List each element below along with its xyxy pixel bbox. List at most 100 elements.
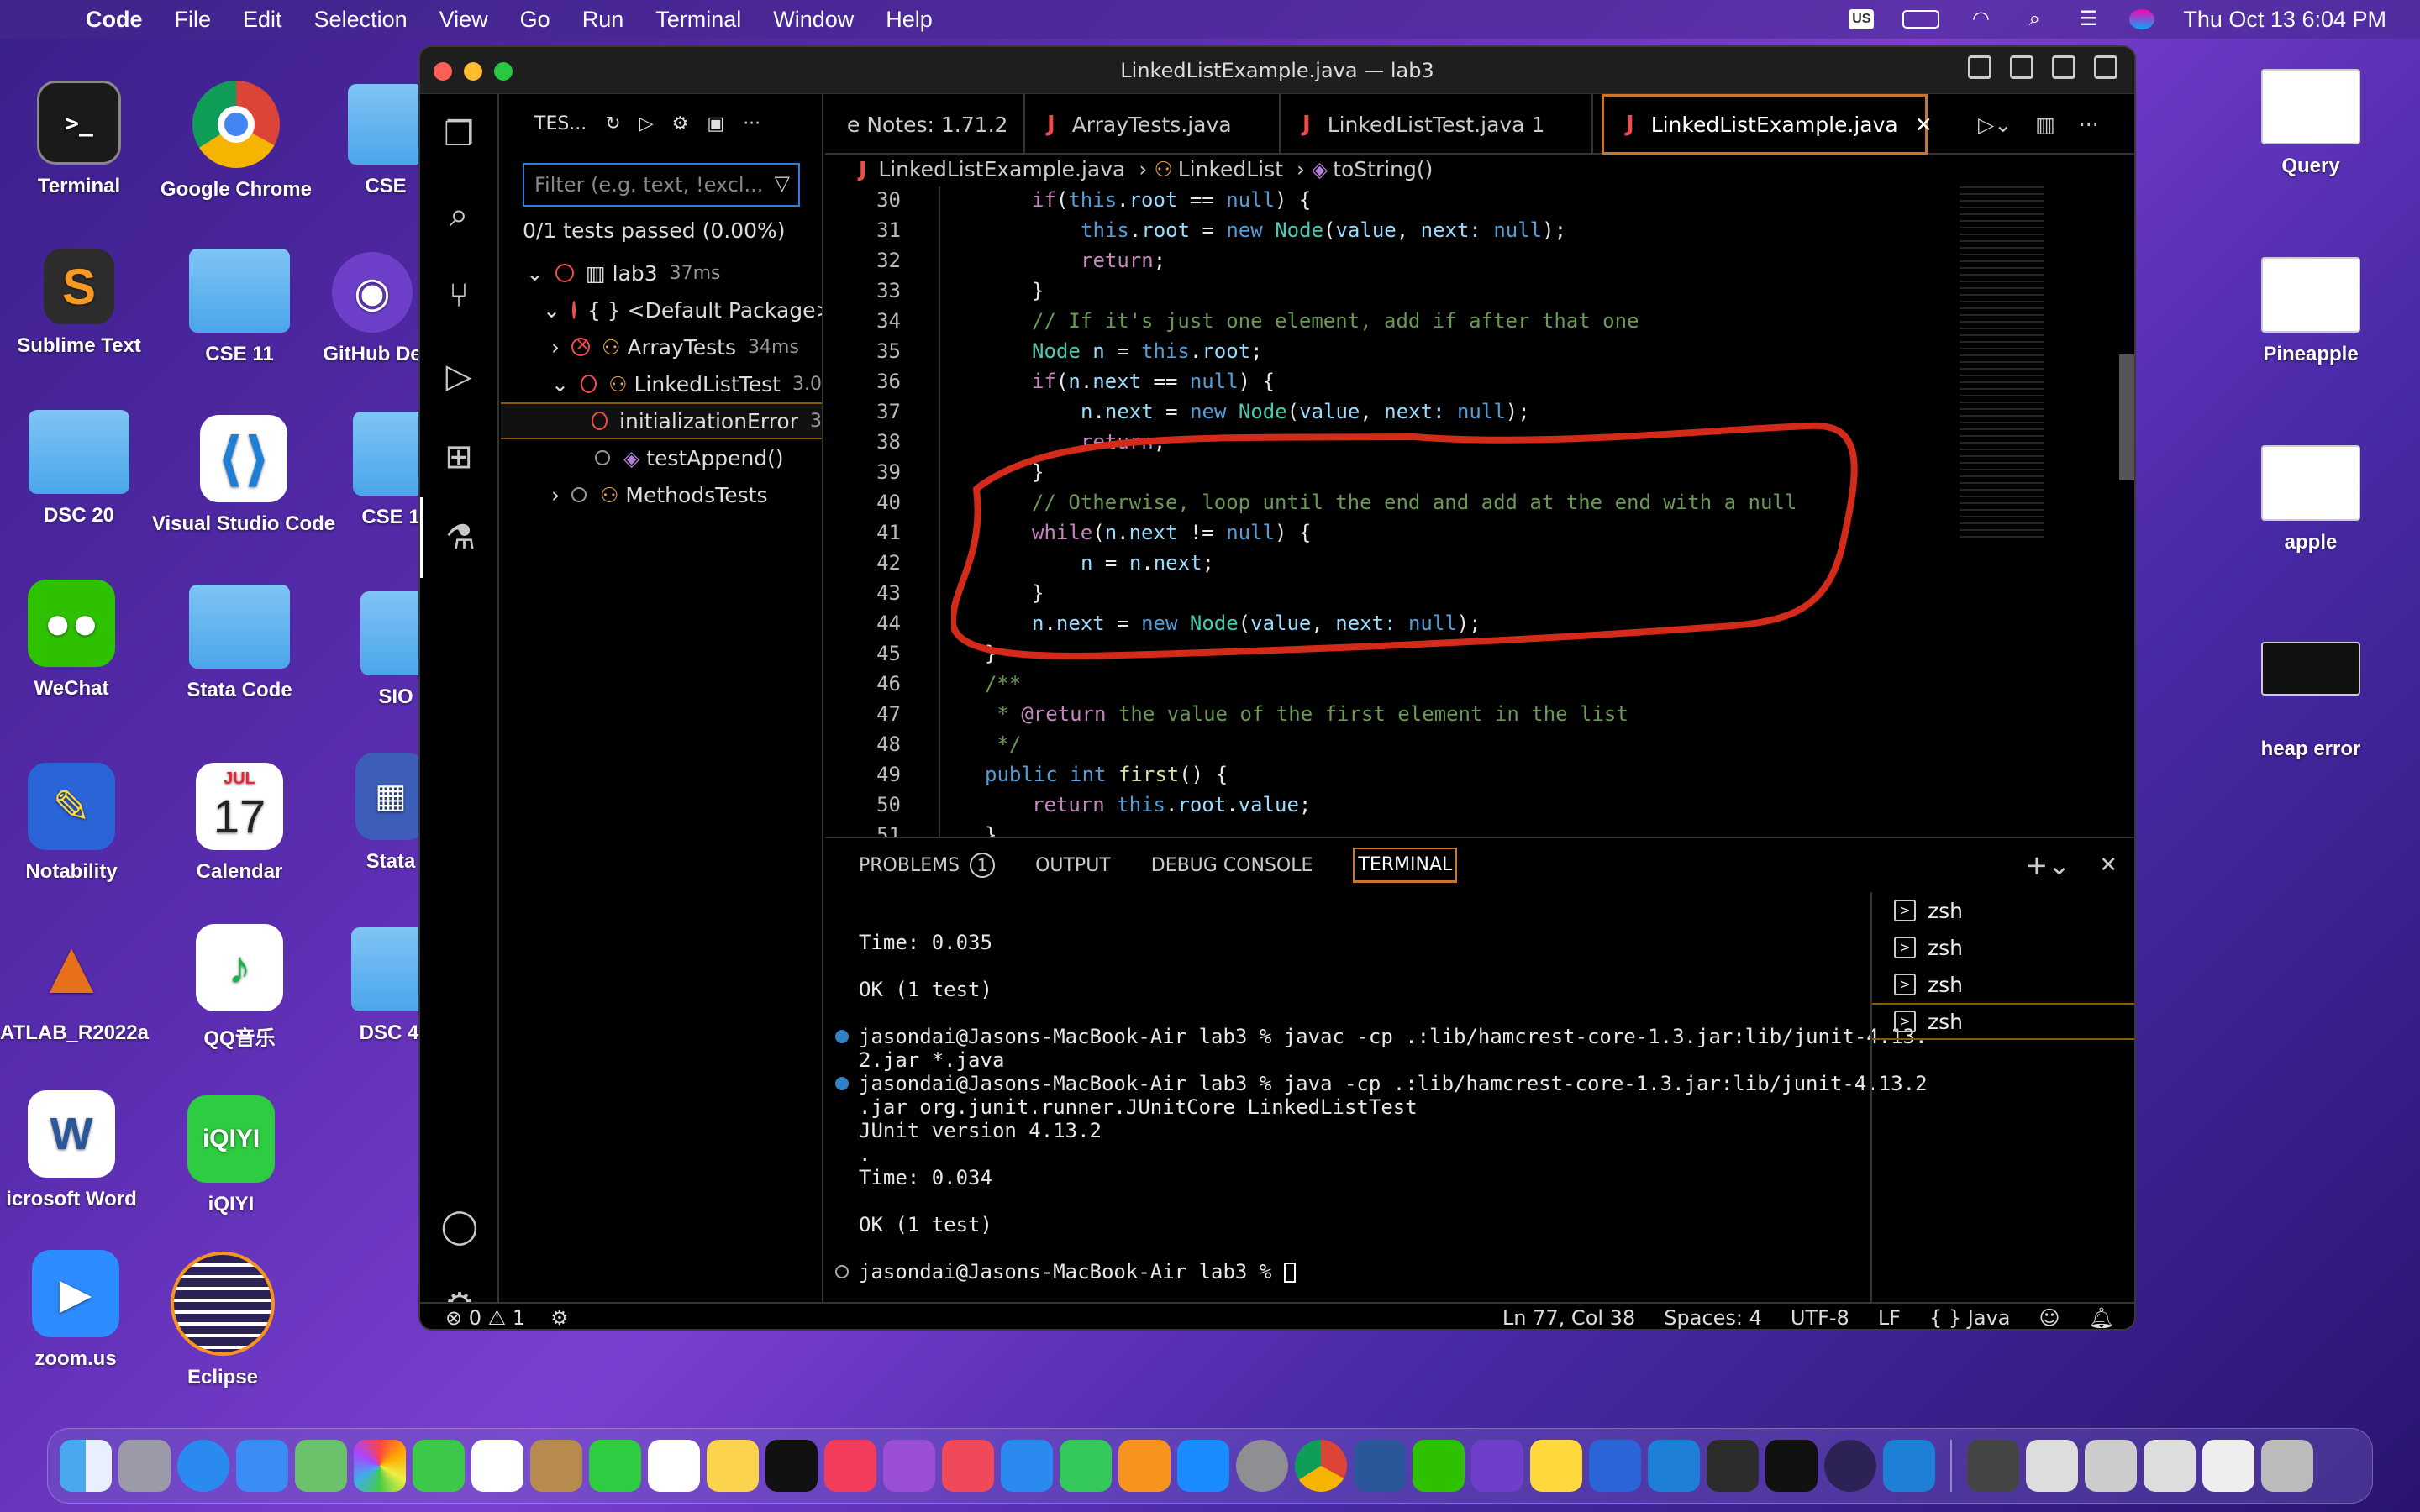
desktop-item-sublime[interactable]: S Sublime Text — [8, 249, 150, 358]
breadcrumb-class[interactable]: LinkedList — [1178, 157, 1283, 181]
tab-problems[interactable]: PROBLEMS 1 — [859, 853, 996, 878]
desktop-item-wechat[interactable]: ●● WeChat — [8, 580, 134, 701]
toggle-sidebar-icon[interactable] — [1968, 55, 1991, 79]
numbers-icon[interactable] — [1060, 1440, 1112, 1492]
customize-layout-icon[interactable] — [2094, 55, 2118, 79]
close-panel-icon[interactable]: ✕ — [2099, 853, 2118, 878]
desktop-item-notability[interactable]: ✎ Notability — [8, 763, 134, 884]
word-dock-icon[interactable] — [1354, 1440, 1406, 1492]
tree-item-initialization-error[interactable]: initializationError 3 — [501, 402, 822, 439]
close-window-button[interactable] — [434, 62, 452, 81]
menu-run[interactable]: Run — [582, 7, 624, 33]
terminal-list-item[interactable]: > zsh — [1872, 966, 2134, 1003]
desktop-item-stata-code[interactable]: Stata Code — [168, 585, 311, 702]
breadcrumb-file[interactable]: LinkedListExample.java — [878, 157, 1125, 181]
menu-clock[interactable]: Thu Oct 13 6:04 PM — [2183, 7, 2386, 33]
run-all-tests-icon[interactable]: ▷ — [639, 113, 654, 134]
code-view[interactable]: 30 31 32 33 34 35 36 37 38 39 40 41 42 4… — [825, 186, 2134, 880]
extensions-icon[interactable]: ⊞ — [420, 417, 497, 497]
minimap[interactable] — [1960, 186, 2119, 539]
finder-icon[interactable] — [60, 1440, 112, 1492]
tab-linkedlisttest[interactable]: J LinkedListTest.java 1 — [1281, 94, 1593, 155]
desktop-item-zoom[interactable]: ▶ zoom.us — [8, 1250, 143, 1371]
github-dock-icon[interactable] — [1471, 1440, 1523, 1492]
desktop-item-matlab[interactable]: ▲ ATLAB_R2022a — [0, 924, 149, 1045]
wifi-icon[interactable]: ◠ — [1968, 9, 1993, 29]
apple-tv-icon[interactable] — [765, 1440, 818, 1492]
recent-window-icon[interactable] — [2026, 1440, 2078, 1492]
toggle-secondary-sidebar-icon[interactable] — [2052, 55, 2075, 79]
problems-status[interactable]: ⊗ 0 ⚠ 1 — [445, 1306, 525, 1329]
contacts-icon[interactable] — [530, 1440, 582, 1492]
maps-icon[interactable] — [295, 1440, 347, 1492]
zoom-window-button[interactable] — [494, 62, 513, 81]
go-to-file-icon[interactable]: ▣ — [707, 113, 724, 134]
notes-icon[interactable] — [707, 1440, 759, 1492]
terminal-list-item-active[interactable]: > zsh — [1872, 1003, 2134, 1040]
refresh-tests-icon[interactable]: ↻ — [605, 113, 620, 134]
desktop-item-heap-error[interactable]: heap error — [2218, 642, 2403, 761]
menu-view[interactable]: View — [439, 7, 488, 33]
mail-icon[interactable] — [236, 1440, 288, 1492]
tab-terminal[interactable]: TERMINAL — [1353, 848, 1458, 883]
wechat-dock-icon[interactable] — [1413, 1440, 1465, 1492]
desktop-item-chrome[interactable]: Google Chrome — [156, 81, 316, 202]
tab-debug-console[interactable]: DEBUG CONSOLE — [1151, 855, 1313, 876]
filter-icon[interactable]: ▽ — [775, 171, 790, 195]
minimize-window-button[interactable] — [464, 62, 482, 81]
tree-item-linkedlisttest[interactable]: ⌄ ⚇ LinkedListTest 3.0 — [501, 365, 822, 402]
reminders-icon[interactable] — [648, 1440, 700, 1492]
terminal-list-item[interactable]: > zsh — [1872, 892, 2134, 929]
debug-all-tests-icon[interactable]: ⚙ — [672, 113, 689, 134]
menu-terminal[interactable]: Terminal — [655, 7, 741, 33]
desktop-item-calendar[interactable]: JUL 17 Calendar — [168, 763, 311, 884]
run-java-icon[interactable]: ▷⌄ — [1978, 113, 2012, 137]
tab-output[interactable]: OUTPUT — [1035, 855, 1111, 876]
sublime-dock-icon[interactable] — [1707, 1440, 1759, 1492]
feedback-icon[interactable]: ☺ — [2039, 1306, 2060, 1329]
input-source-icon[interactable]: US — [1849, 9, 1875, 29]
desktop-item-qqmusic[interactable]: ♪ QQ音乐 — [168, 924, 311, 1051]
app-store-icon[interactable] — [1177, 1440, 1229, 1492]
launchpad-icon[interactable] — [118, 1440, 171, 1492]
pages-icon[interactable] — [1118, 1440, 1171, 1492]
system-preferences-icon[interactable] — [1236, 1440, 1288, 1492]
tab-arraytests[interactable]: J ArrayTests.java — [1025, 94, 1281, 155]
facetime-icon[interactable] — [413, 1440, 465, 1492]
tree-item-testappend[interactable]: ◈ testAppend() — [501, 439, 822, 476]
tree-item-methodstests[interactable]: › ⚇ MethodsTests — [501, 476, 822, 513]
run-debug-icon[interactable]: ▷ — [420, 336, 497, 417]
desktop-item-word[interactable]: Wicrosoft Word — [0, 1090, 143, 1211]
desktop-item-cse[interactable]: CSE — [348, 84, 424, 198]
source-control-icon[interactable]: ⑂ — [420, 255, 497, 336]
more-actions-icon[interactable]: ··· — [743, 113, 760, 134]
spotlight-search-icon[interactable]: ⌕ — [2022, 9, 2047, 29]
desktop-item-eclipse[interactable]: Eclipse — [160, 1252, 286, 1389]
desktop-item-query[interactable]: Query — [2218, 69, 2403, 178]
search-icon[interactable]: ⌕ — [420, 175, 497, 255]
podcasts-icon[interactable] — [883, 1440, 935, 1492]
new-terminal-icon[interactable]: +⌄ — [2025, 849, 2070, 881]
desktop-item-pineapple[interactable]: Pineapple — [2218, 257, 2403, 366]
qq-music-dock-icon[interactable] — [1530, 1440, 1582, 1492]
desktop-item-iqiyi[interactable]: iQIYI iQIYI — [168, 1095, 294, 1216]
desktop-item-cse11[interactable]: CSE 11 — [168, 249, 311, 366]
vscode-insiders-dock-icon[interactable] — [1883, 1440, 1935, 1492]
tree-item-lab3[interactable]: ⌄ ▥ lab3 37ms — [501, 255, 822, 291]
recent-window-icon[interactable] — [2202, 1440, 2254, 1492]
menu-help[interactable]: Help — [886, 7, 933, 33]
terminal-dock-icon[interactable] — [1765, 1440, 1818, 1492]
recent-window-icon[interactable] — [2144, 1440, 2196, 1492]
chrome-dock-icon[interactable] — [1295, 1440, 1347, 1492]
line-endings[interactable]: LF — [1878, 1306, 1901, 1329]
iqiyi-dock-icon[interactable] — [589, 1440, 641, 1492]
tab-release-notes[interactable]: e Notes: 1.71.2 — [825, 94, 1025, 155]
calendar-dock-icon[interactable] — [471, 1440, 523, 1492]
notability-dock-icon[interactable] — [1589, 1440, 1641, 1492]
tree-item-arraytests[interactable]: ›⚇ArrayTests34ms — [501, 328, 822, 365]
tab-linkedlistexample[interactable]: J LinkedListExample.java ✕ — [1602, 94, 1933, 155]
safari-icon[interactable] — [177, 1440, 229, 1492]
recent-window-icon[interactable] — [2085, 1440, 2137, 1492]
toggle-panel-icon[interactable] — [2010, 55, 2033, 79]
indentation[interactable]: Spaces: 4 — [1664, 1306, 1762, 1329]
